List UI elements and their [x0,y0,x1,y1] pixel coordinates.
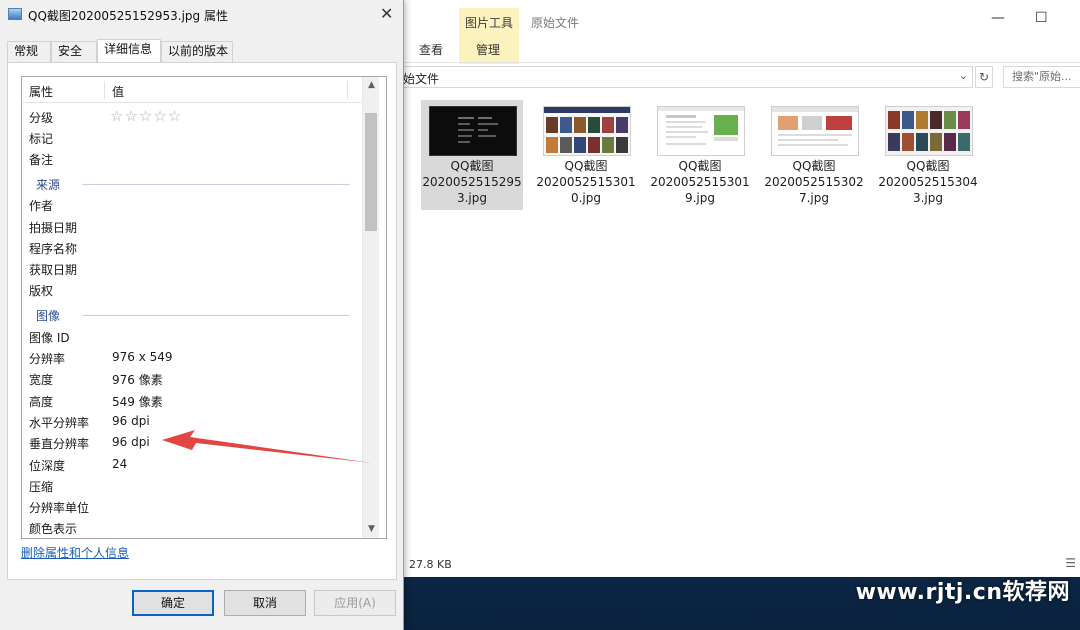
dark-screen-thumbnail-graphic [430,107,516,155]
list-item[interactable]: 高度 549 像素 [22,390,362,411]
list-item[interactable]: 版权 [22,279,362,300]
column-header-property[interactable]: 属性 [29,83,53,100]
tab-previous-versions[interactable]: 以前的版本 [161,41,233,62]
star-rating[interactable]: ☆☆☆☆☆ [110,107,182,125]
tab-security[interactable]: 安全 [51,41,97,62]
property-list[interactable]: 属性 值 分级 ☆☆☆☆☆ 标记 备注 来源 作者 拍摄日期 程序名称 获取日期… [21,76,387,539]
list-item[interactable]: 获取日期 [22,258,362,279]
file-name: QQ截图 2020052515304 3.jpg [878,159,978,205]
thumbnail-movie-grid [885,106,973,156]
section-header-origin: 来源 [22,173,362,194]
list-item[interactable]: 作者 [22,194,362,215]
scroll-down-icon[interactable]: ▼ [363,521,380,538]
minimize-button[interactable]: — [991,10,1005,26]
cancel-button[interactable]: 取消 [224,590,306,616]
file-grid: QQ截图 2020052515295 3.jpg QQ截图 2020052515… [421,100,1061,220]
tab-view[interactable]: 查看 [419,41,443,58]
list-item[interactable]: 水平分辨率 96 dpi [22,411,362,432]
list-item[interactable]: 程序名称 [22,237,362,258]
address-text: 始文件 [403,72,440,86]
file-item[interactable]: QQ截图 2020052515301 9.jpg [649,100,751,210]
tab-details[interactable]: 详细信息 [97,39,161,63]
apply-button[interactable]: 应用(A) [314,590,396,616]
list-item[interactable]: 备注 [22,148,362,169]
list-item[interactable]: 宽度 976 像素 [22,368,362,389]
column-divider[interactable] [347,81,348,99]
column-divider[interactable] [104,81,105,99]
image-file-icon [8,8,22,20]
properties-dialog: QQ截图20200525152953.jpg 属性 ✕ 常规 安全 详细信息 以… [0,0,404,630]
list-item[interactable]: 标记 [22,127,362,148]
column-header-value[interactable]: 值 [112,83,124,100]
close-icon[interactable]: ✕ [380,4,393,23]
file-name: QQ截图 2020052515301 0.jpg [536,159,636,205]
list-item[interactable]: 压缩 [22,475,362,496]
file-name: QQ截图 2020052515301 9.jpg [650,159,750,205]
scroll-thumb[interactable] [365,113,377,231]
list-item[interactable]: 分级 ☆☆☆☆☆ [22,106,362,127]
thumbnail-webpage [771,106,859,156]
file-item[interactable]: QQ截图 2020052515295 3.jpg [421,100,523,210]
details-panel: 属性 值 分级 ☆☆☆☆☆ 标记 备注 来源 作者 拍摄日期 程序名称 获取日期… [7,62,397,580]
webpage-thumbnail-graphic [658,107,744,155]
movie-posters-thumbnail-graphic [544,107,630,155]
remove-properties-link[interactable]: 删除属性和个人信息 [21,544,129,561]
list-header: 属性 值 [22,77,362,103]
maximize-button[interactable]: ☐ [1035,10,1048,26]
scroll-up-icon[interactable]: ▲ [363,77,380,94]
list-item[interactable]: 分辨率单位 [22,496,362,517]
movie-posters-thumbnail-graphic [886,107,972,155]
file-explorer-window: 图片工具 原始文件 — ☐ 查看 管理 始文件 ⌄ ↻ 搜索"原始... QQ截… [396,0,1080,577]
list-item[interactable]: 分辨率 976 x 549 [22,347,362,368]
thumbnail-dark [429,106,517,156]
file-item[interactable]: QQ截图 2020052515301 0.jpg [535,100,637,210]
search-input[interactable]: 搜索"原始... [1003,66,1080,88]
ok-button[interactable]: 确定 [132,590,214,616]
ribbon-divider [397,62,1080,63]
watermark: www.rjtj.cn软荐网 [855,580,1070,605]
section-header-image: 图像 [22,304,362,325]
details-view-icon[interactable]: ☰ [1065,556,1076,570]
chevron-down-icon[interactable]: ⌄ [959,69,968,82]
tab-manage[interactable]: 管理 [476,41,500,58]
thumbnail-movie-grid [543,106,631,156]
file-item[interactable]: QQ截图 2020052515304 3.jpg [877,100,979,210]
file-name: QQ截图 2020052515302 7.jpg [764,159,864,205]
list-item[interactable]: 位深度 24 [22,454,362,475]
vertical-scrollbar[interactable]: ▲ ▼ [362,77,379,538]
tab-general[interactable]: 常规 [7,41,51,62]
thumbnail-webpage [657,106,745,156]
list-item[interactable]: 垂直分辨率 96 dpi [22,432,362,453]
file-name: QQ截图 2020052515295 3.jpg [422,159,522,205]
list-item[interactable]: 颜色表示 [22,517,362,538]
window-title: 原始文件 [531,16,580,30]
list-item[interactable]: 拍摄日期 [22,216,362,237]
picture-tools-label[interactable]: 图片工具 [465,14,513,31]
dialog-title: QQ截图20200525152953.jpg 属性 [28,9,228,23]
refresh-icon[interactable]: ↻ [975,66,993,88]
file-item[interactable]: QQ截图 2020052515302 7.jpg [763,100,865,210]
address-bar[interactable]: 始文件 ⌄ [397,66,973,88]
webpage-thumbnail-graphic [772,107,858,155]
status-bar-size: 27.8 KB [409,558,452,571]
list-item[interactable]: 图像 ID [22,326,362,347]
